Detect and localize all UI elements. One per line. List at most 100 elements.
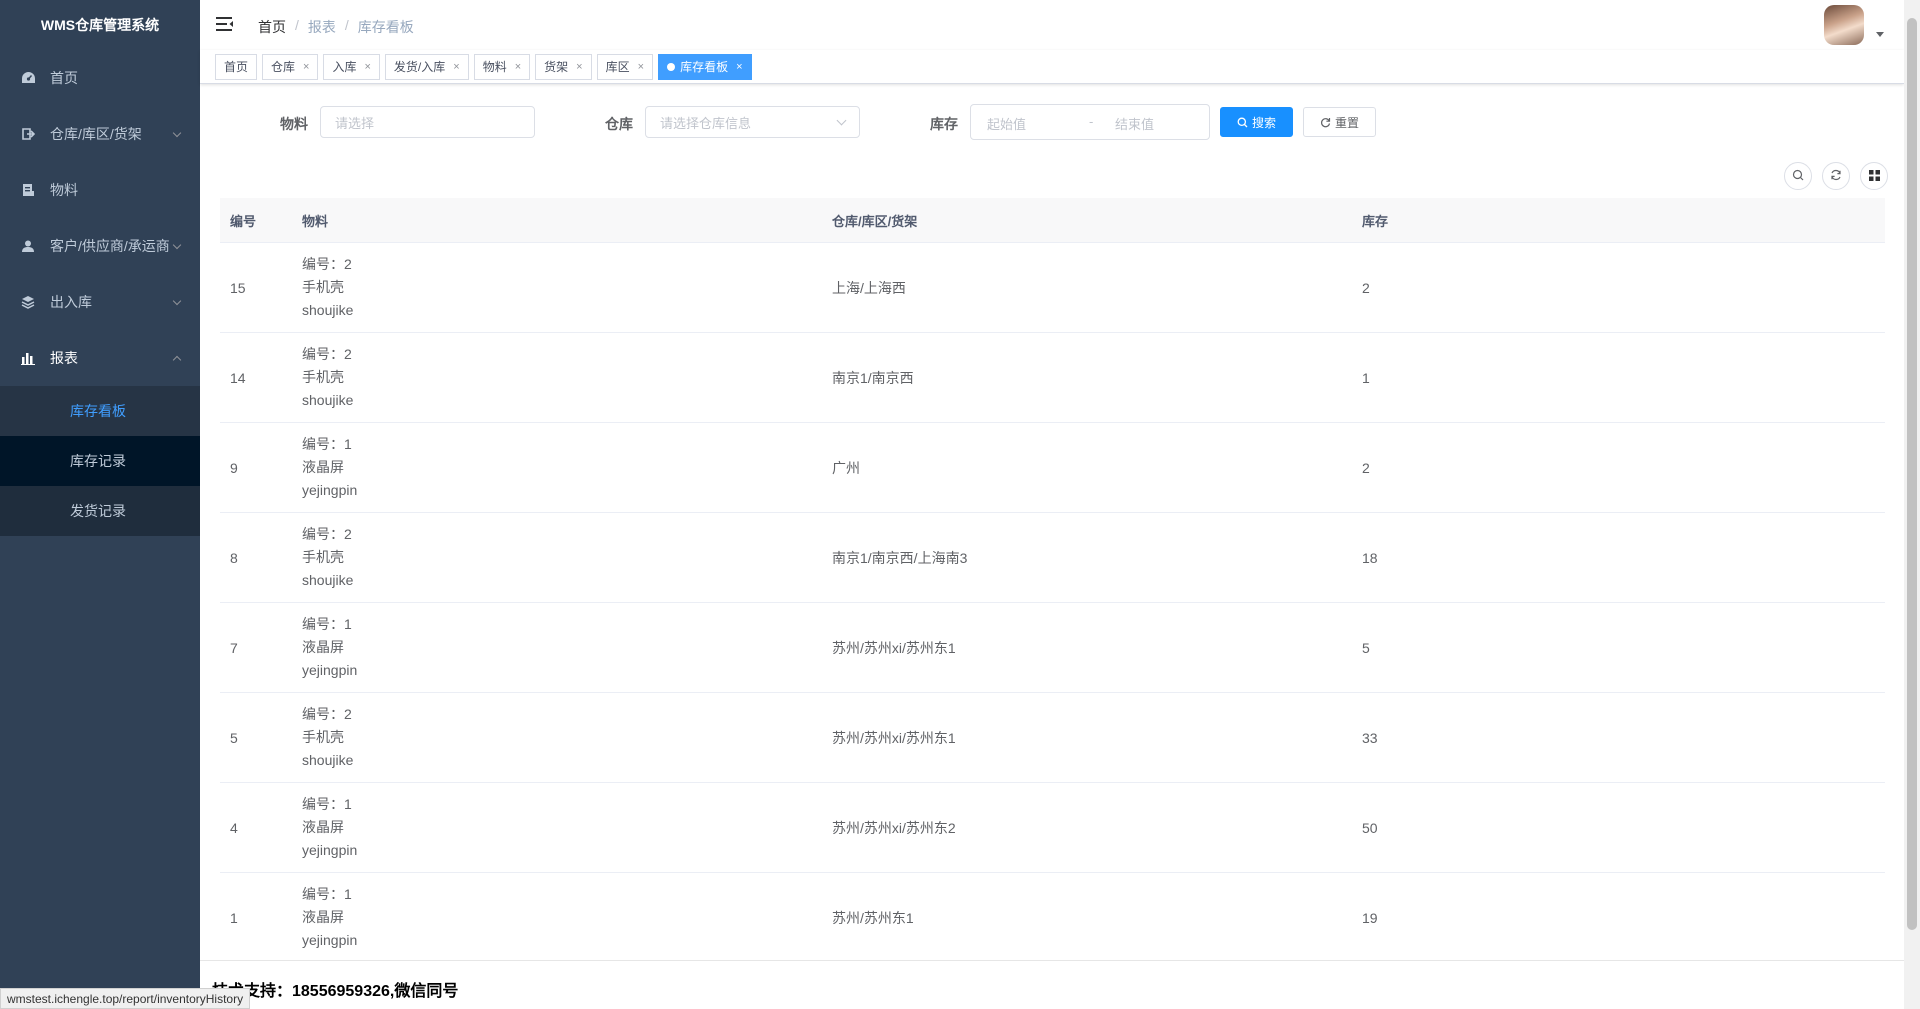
scrollbar-thumb[interactable]: [1907, 18, 1917, 930]
cell-stock: 5: [1362, 639, 1370, 656]
tag-area[interactable]: 库区 ×: [596, 54, 654, 80]
refresh-button[interactable]: [1822, 162, 1850, 190]
status-bar-url: wmstest.ichengle.top/report/inventoryHis…: [0, 988, 251, 1009]
cell-id: 1: [230, 909, 238, 926]
tag-label: 发货/入库: [393, 60, 446, 74]
material-no-prefix: 编号：: [302, 526, 344, 542]
refresh-icon: [1320, 117, 1331, 128]
sidebar-item-report[interactable]: 报表: [0, 330, 200, 386]
tags-view: 首页 仓库 × 入库 × 发货/入库 × 物料 × 货架 × 库区 × 库存看板 ×: [200, 50, 1904, 84]
breadcrumb-item: 报表: [307, 19, 336, 35]
close-icon[interactable]: ×: [303, 55, 309, 79]
cell-stock: 2: [1362, 279, 1370, 296]
cell-material: 编号：2 手机壳 shoujike: [292, 343, 822, 412]
sidebar-item-label: 首页: [50, 70, 78, 86]
table-row[interactable]: 4 编号：1 液晶屏 yejingpin 苏州/苏州xi/苏州东2 50: [220, 783, 1885, 873]
close-icon[interactable]: ×: [453, 55, 459, 79]
sidebar-item-label: 报表: [50, 350, 78, 366]
table-header: 编号 物料 仓库/库区/货架 库存: [220, 198, 1885, 243]
sidebar-item-inout[interactable]: 出入库: [0, 274, 200, 330]
tag-warehouse[interactable]: 仓库 ×: [262, 54, 319, 80]
cell-material: 编号：1 液晶屏 yejingpin: [292, 883, 822, 952]
layers-icon: [20, 294, 36, 310]
close-icon[interactable]: ×: [576, 55, 582, 79]
tag-inbound[interactable]: 入库 ×: [323, 54, 380, 80]
grid-icon: [1868, 168, 1880, 184]
cell-location: 南京1/南京西/上海南3: [832, 549, 968, 566]
cell-stock: 50: [1362, 819, 1378, 836]
avatar[interactable]: [1824, 5, 1864, 45]
cell-id: 5: [230, 729, 238, 746]
stock-range-input[interactable]: 起始值 - 结束值: [970, 104, 1210, 140]
close-icon[interactable]: ×: [638, 55, 644, 79]
sidebar-item-partners[interactable]: 客户/供应商/承运商: [0, 218, 200, 274]
sidebar-item-home[interactable]: 首页: [0, 50, 200, 106]
cell-location: 苏州/苏州xi/苏州东2: [832, 819, 956, 836]
material-no: 编号：1: [302, 613, 822, 636]
table-row[interactable]: 14 编号：2 手机壳 shoujike 南京1/南京西 1: [220, 333, 1885, 423]
cell-location: 南京1/南京西: [832, 369, 914, 386]
tag-label: 库存看板: [680, 60, 729, 74]
close-icon[interactable]: ×: [736, 55, 742, 79]
dashboard-icon: [20, 70, 36, 86]
cell-id: 15: [230, 279, 246, 296]
caret-down-icon[interactable]: [1876, 32, 1884, 37]
tag-ship-inbound[interactable]: 发货/入库 ×: [384, 54, 469, 80]
tag-shelf[interactable]: 货架 ×: [535, 54, 592, 80]
stock-end-placeholder[interactable]: 结束值: [1115, 114, 1154, 133]
tag-inventory-board[interactable]: 库存看板 ×: [658, 54, 752, 80]
material-no-value: 1: [344, 436, 352, 452]
search-button[interactable]: 搜索: [1220, 107, 1293, 137]
stock-start-placeholder[interactable]: 起始值: [987, 114, 1026, 133]
breadcrumb-item[interactable]: 首页: [258, 17, 286, 37]
table-row[interactable]: 8 编号：2 手机壳 shoujike 南京1/南京西/上海南3 18: [220, 513, 1885, 603]
tag-material[interactable]: 物料 ×: [473, 54, 531, 80]
table-row[interactable]: 9 编号：1 液晶屏 yejingpin 广州 2: [220, 423, 1885, 513]
hamburger-icon[interactable]: [216, 16, 234, 32]
material-name: 手机壳: [302, 549, 344, 565]
table-row[interactable]: 7 编号：1 液晶屏 yejingpin 苏州/苏州xi/苏州东1 5: [220, 603, 1885, 693]
columns-button[interactable]: [1860, 162, 1888, 190]
cell-location: 苏州/苏州东1: [832, 909, 914, 926]
cell-material: 编号：2 手机壳 shoujike: [292, 703, 822, 772]
material-no-prefix: 编号：: [302, 346, 344, 362]
footer: 技术支持：18556959326,微信同号: [200, 960, 1904, 1009]
cell-material: 编号：2 手机壳 shoujike: [292, 253, 822, 322]
sidebar-subitem-inventory-history[interactable]: 库存记录: [0, 436, 200, 486]
close-icon[interactable]: ×: [364, 55, 370, 79]
cell-location: 上海/上海西: [832, 279, 906, 296]
material-no-value: 2: [344, 706, 352, 722]
breadcrumb-item: 库存看板: [357, 19, 414, 35]
stock-label: 库存: [930, 116, 958, 132]
chevron-down-icon: [836, 115, 847, 126]
toggle-search-button[interactable]: [1784, 162, 1812, 190]
reset-button[interactable]: 重置: [1303, 107, 1376, 137]
material-name: 手机壳: [302, 279, 344, 295]
cell-stock: 18: [1362, 549, 1378, 566]
refresh-icon: [1830, 168, 1842, 184]
material-select[interactable]: 请选择: [320, 106, 535, 138]
cell-location: 广州: [832, 459, 860, 476]
material-no: 编号：2: [302, 703, 822, 726]
active-dot-icon: [667, 63, 676, 71]
warehouse-select[interactable]: 请选择仓库信息: [645, 106, 860, 138]
tag-home[interactable]: 首页: [215, 54, 258, 80]
reset-button-label: 重置: [1334, 115, 1359, 130]
material-code: shoujike: [302, 392, 354, 408]
sidebar-item-material[interactable]: 物料: [0, 162, 200, 218]
material-no-prefix: 编号：: [302, 706, 344, 722]
table-row[interactable]: 15 编号：2 手机壳 shoujike 上海/上海西 2: [220, 243, 1885, 333]
cell-id: 9: [230, 459, 238, 476]
sidebar-subitem-shipment-history[interactable]: 发货记录: [0, 486, 200, 536]
sidebar-subitem-inventory-board[interactable]: 库存看板: [0, 386, 200, 436]
report-submenu: 库存看板 库存记录 发货记录: [0, 386, 200, 536]
close-icon[interactable]: ×: [515, 55, 521, 79]
material-code: yejingpin: [302, 482, 358, 498]
cell-location: 苏州/苏州xi/苏州东1: [832, 639, 956, 656]
cell-location: 苏州/苏州xi/苏州东1: [832, 729, 956, 746]
chevron-up-icon: [172, 355, 182, 365]
table-row[interactable]: 5 编号：2 手机壳 shoujike 苏州/苏州xi/苏州东1 33: [220, 693, 1885, 783]
scrollbar[interactable]: [1904, 0, 1920, 1009]
table-row[interactable]: 1 编号：1 液晶屏 yejingpin 苏州/苏州东1 19: [220, 873, 1885, 963]
sidebar-item-warehouse[interactable]: 仓库/库区/货架: [0, 106, 200, 162]
